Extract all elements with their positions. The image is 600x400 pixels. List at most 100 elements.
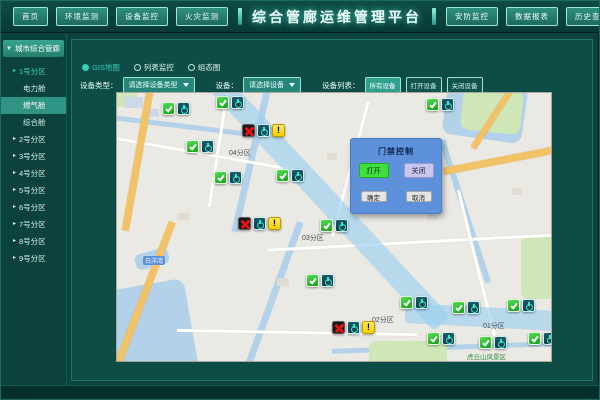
power-icon[interactable] <box>522 299 535 312</box>
power-icon[interactable] <box>543 332 552 345</box>
status-ok-icon[interactable] <box>320 219 333 232</box>
power-icon[interactable] <box>467 301 480 314</box>
status-ok-icon[interactable] <box>427 332 440 345</box>
device-select[interactable]: 请选择设备 <box>243 77 301 93</box>
sidebar-item-2号分区[interactable]: ▸2号分区 <box>1 131 66 148</box>
device-select-value: 请选择设备 <box>249 80 284 90</box>
power-icon[interactable] <box>291 169 304 182</box>
power-stick <box>341 222 343 227</box>
nav-button-火灾监测[interactable]: 火灾监测 <box>176 7 228 26</box>
view-switch: GIS地图 列表监控 组态图 <box>82 62 220 73</box>
device-marker[interactable] <box>427 332 455 345</box>
list-button-打开设备[interactable]: 打开设备 <box>406 77 442 93</box>
status-ok-icon[interactable] <box>507 299 520 312</box>
power-icon[interactable] <box>253 217 266 230</box>
power-icon[interactable] <box>347 321 360 334</box>
device-marker[interactable] <box>426 98 454 111</box>
open-button[interactable]: 打开 <box>359 163 389 178</box>
status-ok-icon[interactable] <box>426 98 439 111</box>
device-marker[interactable] <box>186 140 214 153</box>
sidebar-item-label: 燃气舱 <box>23 97 46 114</box>
sidebar-item-1号分区[interactable]: ▸1号分区 <box>1 63 66 80</box>
status-ok-icon[interactable] <box>216 96 229 109</box>
sidebar-item-4号分区[interactable]: ▸4号分区 <box>1 165 66 182</box>
nav-button-环境监测[interactable]: 环境监测 <box>56 7 108 26</box>
map-canvas[interactable]: 门禁控制 打开 关闭 确定 取消 04分区03分区02分区01分区白洋湾虎丘山风… <box>116 92 552 362</box>
device-marker[interactable] <box>479 336 507 349</box>
sidebar-item-6号分区[interactable]: ▸6号分区 <box>1 199 66 216</box>
sidebar-item-8号分区[interactable]: ▸8号分区 <box>1 233 66 250</box>
view-tab-GIS地图[interactable]: GIS地图 <box>82 62 120 73</box>
close-button[interactable]: 关闭 <box>404 163 434 178</box>
dialog-confirm-row: 确定 取消 <box>351 191 441 202</box>
power-icon[interactable] <box>321 274 334 287</box>
device-list-label: 设备列表： <box>322 80 360 91</box>
power-icon[interactable] <box>415 296 428 309</box>
power-icon[interactable] <box>231 96 244 109</box>
check-glyph <box>510 301 517 309</box>
device-marker[interactable] <box>214 171 242 184</box>
alarm-icon[interactable]: ! <box>272 124 285 137</box>
nav-button-设备监控[interactable]: 设备监控 <box>116 7 168 26</box>
sidebar-item-9号分区[interactable]: ▸9号分区 <box>1 250 66 267</box>
sidebar-item-label: 8号分区 <box>19 233 46 250</box>
status-ok-icon[interactable] <box>306 274 319 287</box>
alarm-icon[interactable]: ! <box>268 217 281 230</box>
alarm-icon[interactable]: ! <box>362 321 375 334</box>
nav-button-历史查询[interactable]: 历史查询 <box>566 7 600 26</box>
device-marker[interactable] <box>306 274 334 287</box>
device-marker[interactable] <box>452 301 480 314</box>
zone-label-02分区: 02分区 <box>372 315 394 325</box>
device-marker[interactable]: ! <box>242 124 285 137</box>
status-ok-icon[interactable] <box>276 169 289 182</box>
device-marker[interactable] <box>507 299 535 312</box>
power-icon[interactable] <box>229 171 242 184</box>
nav-button-首页[interactable]: 首页 <box>13 7 48 26</box>
device-marker[interactable] <box>162 102 190 115</box>
status-fault-icon[interactable] <box>332 321 345 334</box>
nav-button-安防监控[interactable]: 安防监控 <box>446 7 498 26</box>
sidebar-item-燃气舱[interactable]: 燃气舱 <box>1 97 66 114</box>
list-button-关闭设备[interactable]: 关闭设备 <box>447 77 483 93</box>
sidebar-item-电力舱[interactable]: 电力舱 <box>1 80 66 97</box>
device-marker[interactable]: ! <box>332 321 375 334</box>
status-fault-icon[interactable] <box>238 217 251 230</box>
device-marker[interactable] <box>276 169 304 182</box>
nav-button-数据报表[interactable]: 数据报表 <box>506 7 558 26</box>
status-ok-icon[interactable] <box>528 332 541 345</box>
cancel-button[interactable]: 取消 <box>406 191 432 202</box>
device-marker[interactable] <box>320 219 348 232</box>
status-ok-icon[interactable] <box>400 296 413 309</box>
sidebar-item-5号分区[interactable]: ▸5号分区 <box>1 182 66 199</box>
check-glyph <box>219 98 226 106</box>
power-icon[interactable] <box>441 98 454 111</box>
map-water <box>116 278 200 362</box>
sidebar-item-综合舱[interactable]: 综合舱 <box>1 114 66 131</box>
status-ok-icon[interactable] <box>186 140 199 153</box>
status-ok-icon[interactable] <box>162 102 175 115</box>
device-type-select[interactable]: 请选择设备类型 <box>123 77 195 93</box>
power-icon[interactable] <box>335 219 348 232</box>
status-ok-icon[interactable] <box>479 336 492 349</box>
power-icon[interactable] <box>442 332 455 345</box>
power-icon[interactable] <box>201 140 214 153</box>
device-marker[interactable] <box>400 296 428 309</box>
status-ok-icon[interactable] <box>214 171 227 184</box>
device-marker[interactable] <box>528 332 552 345</box>
device-marker[interactable] <box>216 96 244 109</box>
device-marker[interactable]: ! <box>238 217 281 230</box>
status-ok-icon[interactable] <box>452 301 465 314</box>
power-icon[interactable] <box>494 336 507 349</box>
map-building <box>177 213 189 220</box>
view-tab-组态图[interactable]: 组态图 <box>188 62 221 73</box>
power-icon[interactable] <box>177 102 190 115</box>
sidebar-item-3号分区[interactable]: ▸3号分区 <box>1 148 66 165</box>
sidebar-root-node[interactable]: ▼ 城市综合管廊 <box>3 40 64 57</box>
view-tab-列表监控[interactable]: 列表监控 <box>134 62 174 73</box>
ok-button[interactable]: 确定 <box>361 191 387 202</box>
power-stick <box>207 143 209 148</box>
power-icon[interactable] <box>257 124 270 137</box>
sidebar-item-7号分区[interactable]: ▸7号分区 <box>1 216 66 233</box>
list-button-所有设备[interactable]: 所有设备 <box>365 77 401 93</box>
status-fault-icon[interactable] <box>242 124 255 137</box>
